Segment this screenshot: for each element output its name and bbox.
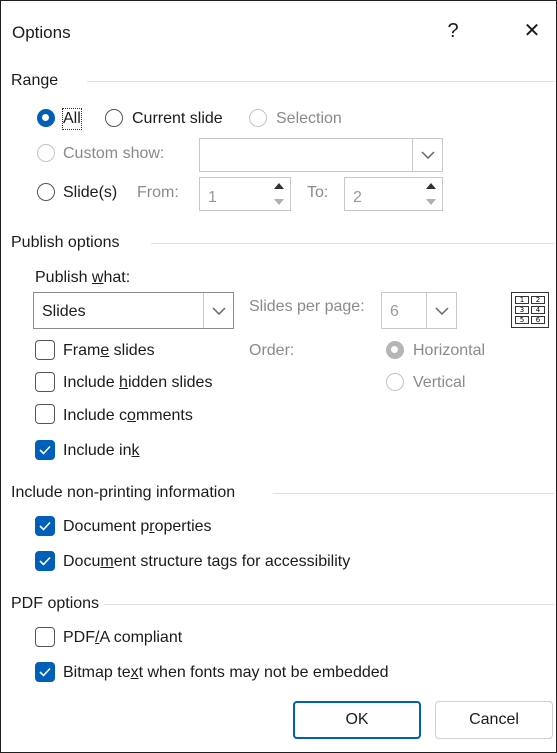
checkmark-icon bbox=[39, 556, 51, 566]
document-properties-label: Document properties bbox=[63, 518, 212, 535]
pdfa-checkbox[interactable] bbox=[35, 627, 55, 647]
radio-selection-label: Selection bbox=[276, 110, 342, 127]
layout-cell: 2 bbox=[531, 296, 545, 304]
publish-what-dropdown[interactable]: Slides bbox=[33, 292, 234, 329]
layout-cell: 6 bbox=[531, 316, 545, 324]
include-ink-label: Include ink bbox=[63, 442, 140, 459]
radio-vertical-label: Vertical bbox=[413, 374, 466, 391]
spin-down-icon[interactable] bbox=[420, 194, 442, 210]
spin-up-icon[interactable] bbox=[420, 178, 442, 194]
order-label: Order: bbox=[249, 342, 295, 359]
slides-per-page-label: Slides per page: bbox=[249, 298, 365, 315]
include-hidden-label: Include hidden slides bbox=[63, 374, 213, 391]
include-ink-checkbox[interactable] bbox=[35, 440, 55, 460]
to-value: 2 bbox=[353, 189, 362, 206]
radio-slides[interactable] bbox=[37, 183, 55, 201]
chevron-down-icon bbox=[203, 293, 233, 328]
radio-horizontal-label: Horizontal bbox=[413, 342, 486, 359]
radio-vertical[interactable] bbox=[386, 373, 404, 391]
options-dialog: Options ? ✕ Range All Current slide Sele… bbox=[0, 0, 557, 753]
cancel-button[interactable]: Cancel bbox=[435, 701, 553, 739]
radio-slides-label: Slide(s) bbox=[63, 184, 118, 201]
bitmap-text-checkbox[interactable] bbox=[35, 662, 55, 682]
ok-button[interactable]: OK bbox=[293, 701, 421, 739]
from-spin-buttons bbox=[268, 178, 290, 210]
chevron-down-icon bbox=[412, 139, 442, 171]
checkmark-icon bbox=[39, 667, 51, 677]
frame-slides-checkbox[interactable] bbox=[35, 340, 55, 360]
chevron-down-icon bbox=[426, 293, 456, 328]
radio-current-slide-label: Current slide bbox=[132, 110, 223, 127]
structure-tags-label: Document structure tags for accessibilit… bbox=[63, 553, 351, 570]
nonprinting-group-label: Include non-printing information bbox=[11, 483, 236, 503]
layout-cell: 1 bbox=[515, 296, 529, 304]
spin-up-icon[interactable] bbox=[268, 178, 290, 194]
publish-group-label: Publish options bbox=[11, 233, 120, 253]
pdf-divider bbox=[104, 604, 555, 605]
range-divider bbox=[87, 81, 555, 82]
slide-layout-preview-icon: 1 2 3 4 5 6 bbox=[511, 292, 549, 328]
pdfa-label: PDF/A compliant bbox=[63, 629, 183, 646]
layout-cell: 5 bbox=[515, 316, 529, 324]
include-comments-checkbox[interactable] bbox=[35, 404, 55, 424]
checkmark-icon bbox=[39, 521, 51, 531]
spin-down-icon[interactable] bbox=[268, 194, 290, 210]
from-label: From: bbox=[137, 184, 179, 201]
radio-custom-show-label: Custom show: bbox=[63, 145, 165, 162]
slides-per-page-dropdown[interactable]: 6 bbox=[381, 292, 457, 329]
layout-cell: 3 bbox=[515, 306, 529, 314]
frame-slides-label: Frame slides bbox=[63, 342, 155, 359]
publish-divider bbox=[151, 243, 555, 244]
nonprinting-divider bbox=[273, 493, 555, 494]
bitmap-text-label: Bitmap text when fonts may not be embedd… bbox=[63, 664, 389, 681]
pdf-group-label: PDF options bbox=[11, 594, 100, 614]
to-spin-buttons bbox=[420, 178, 442, 210]
radio-custom-show[interactable] bbox=[37, 144, 55, 162]
to-spinner[interactable]: 2 bbox=[344, 177, 443, 211]
radio-horizontal[interactable] bbox=[386, 341, 404, 359]
layout-cell: 4 bbox=[531, 306, 545, 314]
radio-all-label: All bbox=[62, 108, 82, 130]
to-label: To: bbox=[307, 184, 329, 201]
checkmark-icon bbox=[39, 445, 51, 455]
include-hidden-checkbox[interactable] bbox=[35, 372, 55, 392]
from-spinner[interactable]: 1 bbox=[199, 177, 291, 211]
publish-what-label: Publish what: bbox=[35, 269, 131, 286]
publish-what-value: Slides bbox=[42, 303, 86, 320]
include-comments-label: Include comments bbox=[63, 407, 193, 424]
radio-current-slide[interactable] bbox=[105, 109, 123, 127]
radio-all[interactable] bbox=[37, 109, 55, 127]
radio-selection[interactable] bbox=[249, 109, 267, 127]
close-button[interactable]: ✕ bbox=[519, 19, 545, 43]
custom-show-dropdown[interactable] bbox=[199, 138, 443, 172]
structure-tags-checkbox[interactable] bbox=[35, 551, 55, 571]
from-value: 1 bbox=[208, 189, 217, 206]
dialog-title: Options bbox=[12, 23, 71, 42]
help-button[interactable]: ? bbox=[441, 19, 465, 43]
document-properties-checkbox[interactable] bbox=[35, 516, 55, 536]
slides-per-page-value: 6 bbox=[390, 303, 399, 320]
range-group-label: Range bbox=[11, 71, 59, 91]
